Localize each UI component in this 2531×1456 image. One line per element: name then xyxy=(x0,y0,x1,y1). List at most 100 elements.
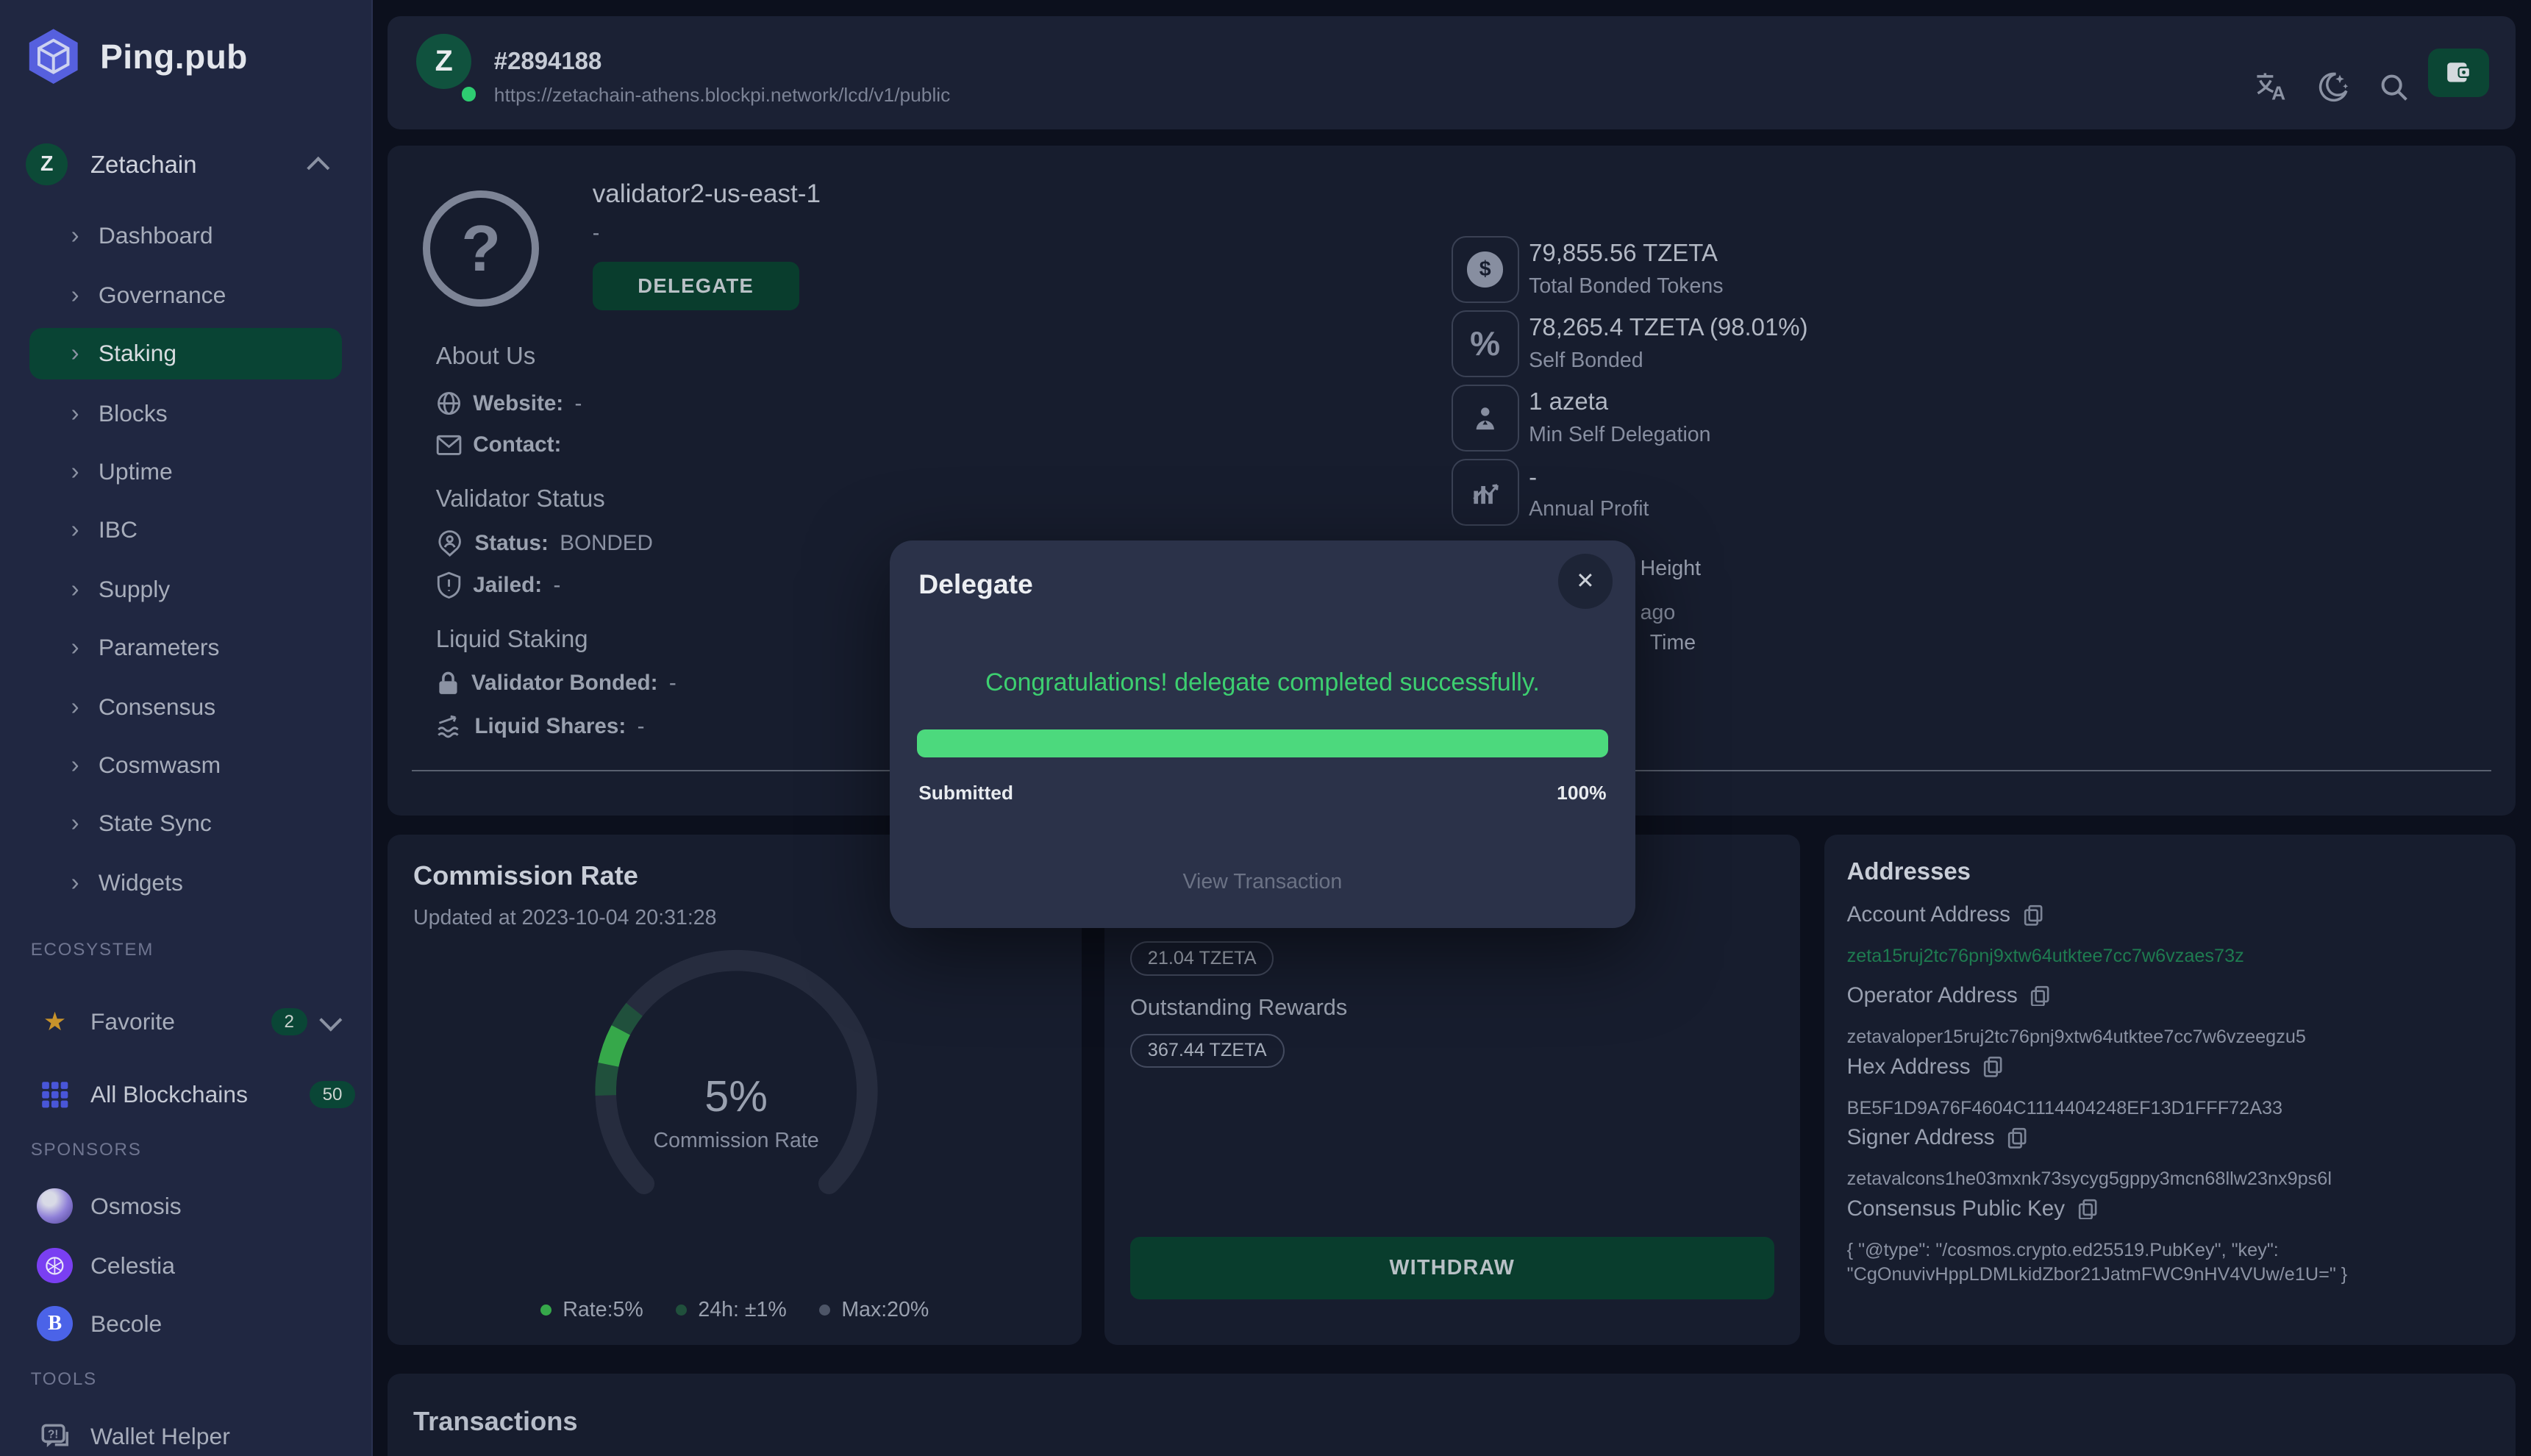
search-icon[interactable] xyxy=(2378,71,2410,104)
view-transaction-link[interactable]: View Transaction xyxy=(890,870,1635,894)
min-self-delegation-icon xyxy=(1452,385,1519,452)
validator-bonded-row: Validator Bonded: - xyxy=(436,670,677,696)
about-title: About Us xyxy=(436,342,535,370)
progress-bar xyxy=(917,729,1608,757)
sidebar-item-celestia[interactable]: Celestia xyxy=(0,1240,371,1291)
person-pin-icon xyxy=(436,529,463,557)
progress-percent: 100% xyxy=(1557,782,1606,804)
liquid-staking-title: Liquid Staking xyxy=(436,625,588,653)
liquid-shares-row: Liquid Shares: - xyxy=(436,713,645,739)
validator-status-title: Validator Status xyxy=(436,485,605,513)
sidebar-item-zetachain[interactable]: Z Zetachain xyxy=(16,135,355,193)
chevron-down-icon xyxy=(320,1008,342,1030)
chevron-right-icon: › xyxy=(71,283,79,307)
transactions-title: Transactions xyxy=(413,1406,577,1437)
partial-stat-ago: ago xyxy=(1641,601,1676,625)
hex-address-label: Hex Address xyxy=(1847,1054,2003,1079)
validator-bonded-value: - xyxy=(669,671,677,696)
delegate-modal: Delegate ✕ Congratulations! delegate com… xyxy=(890,540,1635,928)
copy-icon[interactable] xyxy=(2078,1199,2097,1220)
osmosis-icon xyxy=(37,1188,72,1224)
chevron-right-icon: › xyxy=(71,811,79,835)
total-bonded-value: 79,855.56 TZETA xyxy=(1529,239,1718,267)
legend-rate-dot xyxy=(540,1305,551,1316)
translate-icon[interactable]: A xyxy=(2254,69,2289,104)
blockchains-count-badge: 50 xyxy=(310,1081,355,1108)
sidebar-item-osmosis[interactable]: Osmosis xyxy=(0,1180,371,1232)
outstanding-rewards-label: Outstanding Rewards xyxy=(1130,994,1347,1021)
sidebar-item-consensus[interactable]: ›Consensus xyxy=(29,682,343,733)
lock-icon xyxy=(436,670,460,696)
brand[interactable]: Ping.pub xyxy=(23,26,248,87)
topbar: Z #2894188 https://zetachain-athens.bloc… xyxy=(388,16,2516,129)
close-icon[interactable]: ✕ xyxy=(1558,554,1613,609)
block-height[interactable]: #2894188 xyxy=(494,47,601,75)
sidebar-item-state-sync[interactable]: ›State Sync xyxy=(29,798,343,849)
dark-mode-moon-icon[interactable] xyxy=(2315,69,2350,104)
chevron-right-icon: › xyxy=(71,341,79,365)
sidebar-item-widgets[interactable]: ›Widgets xyxy=(29,857,343,909)
copy-icon[interactable] xyxy=(2030,985,2049,1007)
self-bonded-label: Self Bonded xyxy=(1529,349,1643,373)
chevron-right-icon: › xyxy=(71,577,79,602)
favorite-count-badge: 2 xyxy=(271,1008,307,1035)
sidebar-item-ibc[interactable]: ›IBC xyxy=(29,504,343,555)
sidebar-item-parameters[interactable]: ›Parameters xyxy=(29,621,343,673)
signer-address-value: zetavalcons1he03mxnk73sycyg5gppy3mcn68ll… xyxy=(1847,1167,2499,1191)
svg-text:A: A xyxy=(2271,82,2285,104)
sidebar-item-wallet-helper[interactable]: ?! Wallet Helper xyxy=(0,1411,371,1456)
chain-logo-icon: Z xyxy=(416,34,471,89)
chain-status-dot xyxy=(459,84,479,104)
sidebar-item-blocks[interactable]: ›Blocks xyxy=(29,388,343,439)
partial-stat-height: Height xyxy=(1641,557,1701,581)
account-address-value[interactable]: zeta15ruj2tc76pnj9xtw64utktee7cc7w6vzaes… xyxy=(1847,944,2499,968)
operator-address-label: Operator Address xyxy=(1847,983,2050,1008)
chevron-right-icon: › xyxy=(71,402,79,426)
liquid-shares-icon xyxy=(436,713,463,739)
status-row: Status: BONDED xyxy=(436,529,653,557)
copy-icon[interactable] xyxy=(2007,1127,2027,1149)
jailed-row: Jailed: - xyxy=(436,571,561,599)
withdraw-button[interactable]: WITHDRAW xyxy=(1130,1237,1774,1300)
sidebar-item-dashboard[interactable]: ›Dashboard xyxy=(29,210,343,261)
modal-title: Delegate xyxy=(918,568,1033,600)
svg-text:?!: ?! xyxy=(48,1429,59,1441)
sidebar-item-staking[interactable]: ›Staking xyxy=(29,328,343,379)
validator-avatar: ? xyxy=(423,190,539,307)
section-tools: TOOLS xyxy=(31,1369,97,1390)
endpoint-url[interactable]: https://zetachain-athens.blockpi.network… xyxy=(494,84,951,107)
legend-24h-dot xyxy=(676,1305,687,1316)
sidebar-item-governance[interactable]: ›Governance xyxy=(29,270,343,321)
annual-profit-value: - xyxy=(1529,463,1537,491)
sidebar-item-uptime[interactable]: ›Uptime xyxy=(29,446,343,497)
delegate-button[interactable]: DELEGATE xyxy=(593,262,799,310)
sidebar-item-becole[interactable]: B Becole xyxy=(0,1298,371,1349)
sidebar-item-supply[interactable]: ›Supply xyxy=(29,563,343,615)
copy-icon[interactable] xyxy=(2024,904,2043,926)
chevron-right-icon: › xyxy=(71,460,79,484)
consensus-pubkey-label: Consensus Public Key xyxy=(1847,1196,2097,1221)
chevron-right-icon: › xyxy=(71,224,79,248)
website-value[interactable]: - xyxy=(575,391,582,416)
transactions-card: Transactions xyxy=(388,1374,2516,1456)
wallet-button[interactable] xyxy=(2428,49,2489,97)
sidebar-item-cosmwasm[interactable]: ›Cosmwasm xyxy=(29,740,343,791)
progress-label: Submitted xyxy=(918,782,1013,804)
mail-icon xyxy=(436,434,462,457)
copy-icon[interactable] xyxy=(1983,1056,2002,1077)
sidebar-item-all-blockchains[interactable]: All Blockchains 50 xyxy=(0,1068,371,1120)
annual-profit-icon xyxy=(1452,459,1519,527)
commission-updated: Updated at 2023-10-04 20:31:28 xyxy=(413,906,716,930)
total-bonded-label: Total Bonded Tokens xyxy=(1529,274,1723,299)
celestia-icon xyxy=(37,1248,72,1283)
consensus-pubkey-value: { "@type": "/cosmos.crypto.ed25519.PubKe… xyxy=(1847,1238,2396,1287)
legend-max-dot xyxy=(819,1305,830,1316)
sidebar-item-favorite[interactable]: ★ Favorite 2 xyxy=(0,996,371,1048)
success-message: Congratulations! delegate completed succ… xyxy=(890,668,1635,697)
pingpub-logo-icon xyxy=(23,26,84,87)
chevron-right-icon: › xyxy=(71,753,79,777)
addresses-title: Addresses xyxy=(1847,857,1971,885)
zetachain-icon: Z xyxy=(26,143,68,185)
becole-icon: B xyxy=(37,1306,72,1341)
chat-help-icon: ?! xyxy=(35,1422,74,1452)
